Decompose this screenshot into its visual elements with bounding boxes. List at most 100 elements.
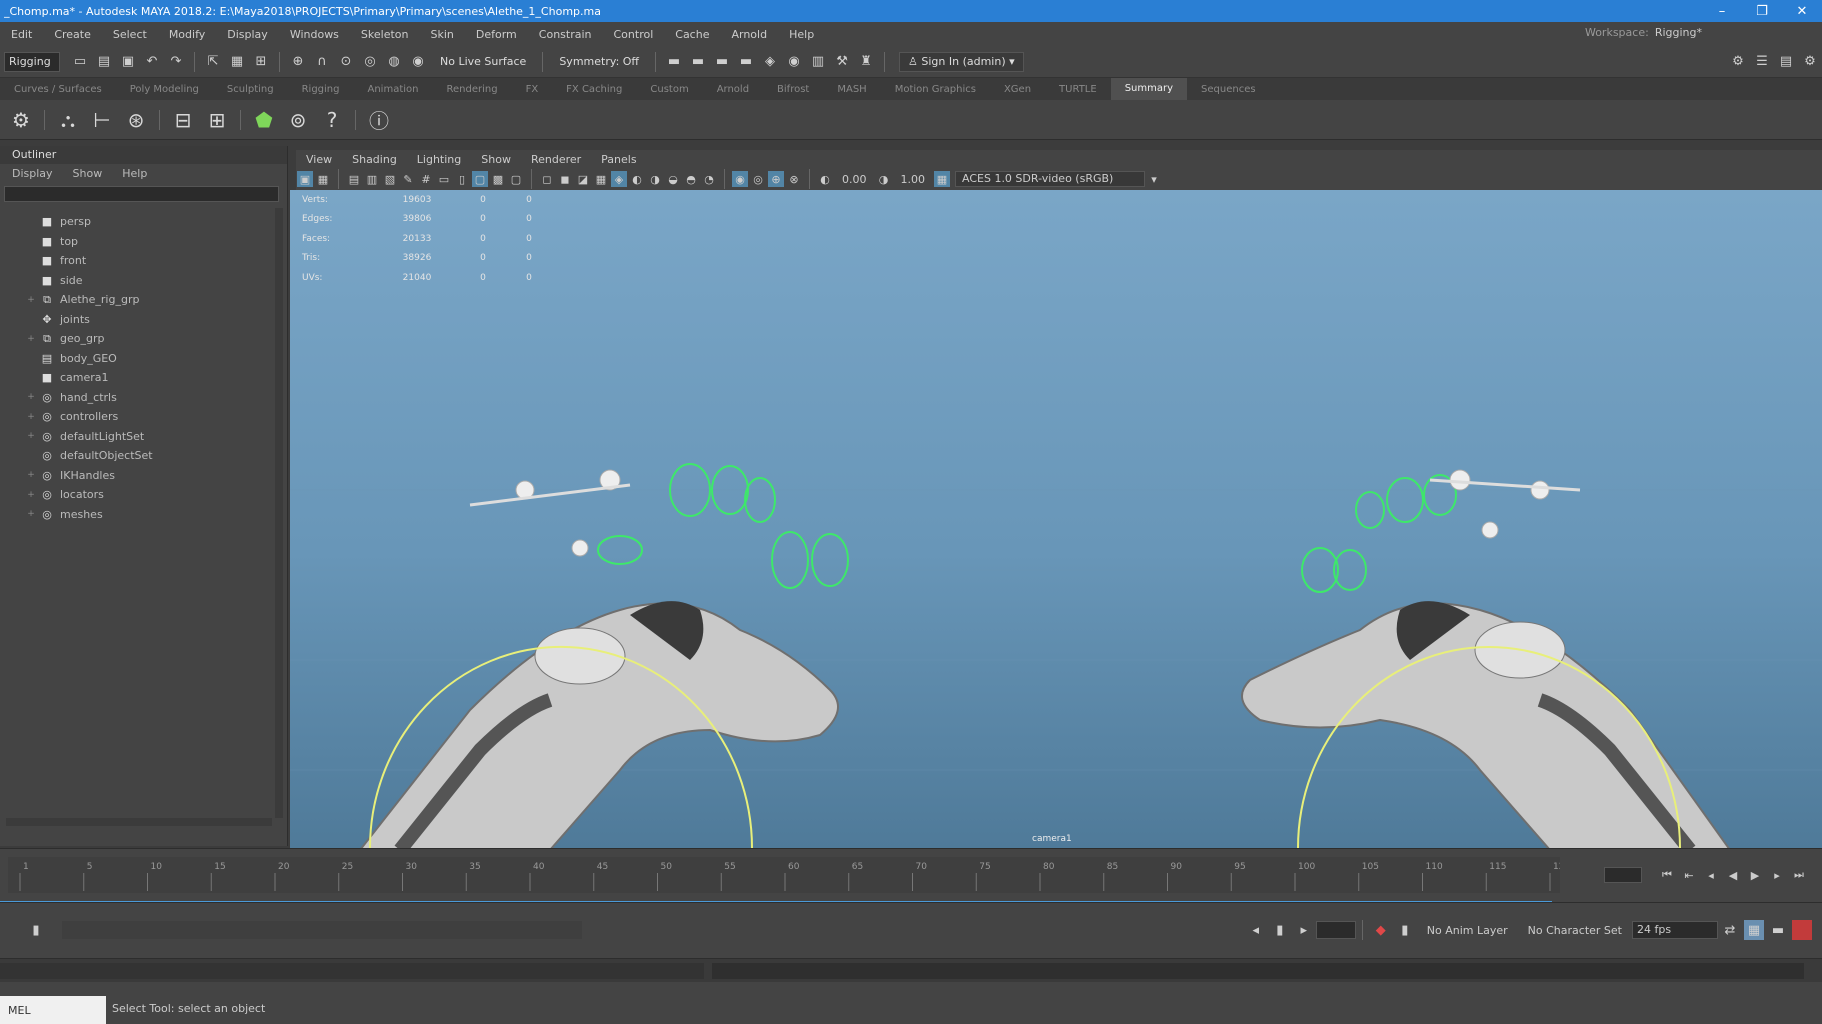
shelf-tab[interactable]: Custom	[636, 84, 702, 95]
shelf-tab[interactable]: Animation	[354, 84, 433, 95]
select-camera-icon[interactable]: ▣	[297, 171, 313, 187]
step-forward-frame-icon[interactable]: ▸	[1766, 869, 1788, 882]
outliner-item[interactable]: + ◎ IKHandles	[0, 466, 272, 486]
outliner-item[interactable]: ■ top	[0, 232, 272, 252]
menu-skin[interactable]: Skin	[420, 28, 465, 41]
auto-key-icon[interactable]: ◆	[1371, 920, 1391, 940]
step-back-frame-icon[interactable]: ◂	[1700, 869, 1722, 882]
depth-of-field-icon[interactable]: ◔	[701, 171, 717, 187]
viewport-menu-shading[interactable]: Shading	[342, 153, 407, 166]
viewport-menu-view[interactable]: View	[296, 153, 342, 166]
multisample-icon[interactable]: ◓	[683, 171, 699, 187]
lights-icon[interactable]: ◈	[611, 171, 627, 187]
skin-bind-icon[interactable]: ⊟	[169, 106, 197, 134]
gear-icon[interactable]: ⚙	[7, 106, 35, 134]
expand-toggle[interactable]: +	[24, 412, 38, 422]
info-icon[interactable]: ⓘ	[365, 106, 393, 134]
expand-toggle[interactable]: +	[24, 392, 38, 402]
camera-attributes-icon[interactable]: ▦	[315, 171, 331, 187]
shelf-tab[interactable]: TURTLE	[1045, 84, 1111, 95]
viewport-menu-show[interactable]: Show	[471, 153, 521, 166]
outliner-item[interactable]: ◎ defaultObjectSet	[0, 446, 272, 466]
symmetry-dropdown[interactable]: Symmetry: Off	[549, 55, 649, 68]
tool-settings-icon[interactable]: ⚙	[1800, 52, 1820, 72]
render-settings-icon[interactable]: ▬	[712, 52, 732, 72]
outliner-item[interactable]: + ⧉ geo_grp	[0, 329, 272, 349]
xray-components-icon[interactable]: ⊗	[786, 171, 802, 187]
sound-icon[interactable]: ▦	[1744, 920, 1764, 940]
outliner-menu-help[interactable]: Help	[122, 167, 147, 180]
snap-surface-icon[interactable]: ◍	[384, 52, 404, 72]
quick-rig-icon[interactable]: ⊚	[284, 106, 312, 134]
outliner-item[interactable]: ■ front	[0, 251, 272, 271]
outliner-item[interactable]: + ◎ hand_ctrls	[0, 388, 272, 408]
range-handle-icon[interactable]: ▮	[1270, 920, 1290, 940]
isolate-select-icon[interactable]: ◉	[732, 171, 748, 187]
select-hierarchy-icon[interactable]: ⇱	[203, 52, 223, 72]
menu-constrain[interactable]: Constrain	[528, 28, 603, 41]
2d-pan-icon[interactable]: ▧	[382, 171, 398, 187]
outliner-menu-show[interactable]: Show	[73, 167, 103, 180]
viewport-menu-panels[interactable]: Panels	[591, 153, 646, 166]
resolution-gate-icon[interactable]: ▯	[454, 171, 470, 187]
wireframe-icon[interactable]: ◻	[539, 171, 555, 187]
menu-help[interactable]: Help	[778, 28, 825, 41]
live-surface-field[interactable]: No Live Surface	[430, 55, 536, 68]
fps-dropdown[interactable]: 24 fps	[1632, 921, 1718, 939]
film-gate-icon[interactable]: ▭	[436, 171, 452, 187]
layer-editor-icon[interactable]: ▤	[1776, 52, 1796, 72]
expand-toggle[interactable]: +	[24, 470, 38, 480]
select-component-icon[interactable]: ⊞	[251, 52, 271, 72]
motion-blur-icon[interactable]: ◒	[665, 171, 681, 187]
shelf-tab[interactable]: Bifrost	[763, 84, 823, 95]
menu-modify[interactable]: Modify	[158, 28, 216, 41]
command-input[interactable]	[0, 963, 704, 979]
grease-pencil-icon[interactable]: ✎	[400, 171, 416, 187]
close-button[interactable]: ✕	[1782, 4, 1822, 19]
snap-curve-icon[interactable]: ∩	[312, 52, 332, 72]
outliner-item[interactable]: + ◎ controllers	[0, 407, 272, 427]
expand-toggle[interactable]: +	[24, 295, 38, 305]
wireframe-on-shaded-icon[interactable]: ◪	[575, 171, 591, 187]
snap-grid-icon[interactable]: ⊕	[288, 52, 308, 72]
time-slider-track[interactable]: 1 5 10 15 20 25 30 35 40 45 50 55 60 65 70 75 80 85 90 95 10…	[8, 857, 1570, 893]
outliner-item[interactable]: ▤ body_GEO	[0, 349, 272, 369]
anim-layer-dropdown[interactable]: No Anim Layer	[1417, 924, 1518, 937]
restore-button[interactable]: ❐	[1742, 4, 1782, 19]
character-set-dropdown[interactable]: No Character Set	[1518, 924, 1632, 937]
gamma-value[interactable]: 1.00	[893, 173, 934, 186]
expand-toggle[interactable]: +	[24, 334, 38, 344]
snap-view-icon[interactable]: ◎	[360, 52, 380, 72]
current-frame-field[interactable]	[1604, 867, 1642, 883]
arnold-render-icon[interactable]: ◈	[760, 52, 780, 72]
field-chart-icon[interactable]: ▩	[490, 171, 506, 187]
outliner-item[interactable]: + ◎ defaultLightSet	[0, 427, 272, 447]
color-space-dropdown[interactable]: ACES 1.0 SDR-video (sRGB)	[955, 171, 1145, 187]
render-frame-icon[interactable]: ▬	[664, 52, 684, 72]
image-plane-icon[interactable]: ▥	[364, 171, 380, 187]
outliner-horizontal-scrollbar[interactable]	[6, 818, 272, 826]
menu-control[interactable]: Control	[603, 28, 665, 41]
workspace-selector[interactable]: Workspace: Rigging*	[1585, 26, 1702, 39]
shelf-tab[interactable]: MASH	[823, 84, 880, 95]
outliner-vertical-scrollbar[interactable]	[275, 208, 283, 818]
outliner-search-input[interactable]	[4, 186, 279, 202]
range-end-field[interactable]	[1315, 921, 1356, 939]
range-bar[interactable]	[62, 921, 582, 939]
shelf-tab[interactable]: Sculpting	[213, 84, 288, 95]
shelf-tab[interactable]: Sequences	[1187, 84, 1270, 95]
hypershade-icon[interactable]: ▬	[736, 52, 756, 72]
loop-icon[interactable]: ⇄	[1720, 920, 1740, 940]
menu-select[interactable]: Select	[102, 28, 158, 41]
menu-create[interactable]: Create	[43, 28, 102, 41]
shadows-icon[interactable]: ◐	[629, 171, 645, 187]
expand-toggle[interactable]: +	[24, 431, 38, 441]
menu-skeleton[interactable]: Skeleton	[350, 28, 420, 41]
play-backward-icon[interactable]: ◀	[1722, 869, 1744, 882]
shelf-tab[interactable]: FX	[512, 84, 553, 95]
outliner-item[interactable]: + ⧉ Alethe_rig_grp	[0, 290, 272, 310]
render-view-icon[interactable]: ◉	[784, 52, 804, 72]
viewport-menu-renderer[interactable]: Renderer	[521, 153, 591, 166]
play-forward-icon[interactable]: ▶	[1744, 869, 1766, 882]
outliner-item[interactable]: + ◎ locators	[0, 485, 272, 505]
